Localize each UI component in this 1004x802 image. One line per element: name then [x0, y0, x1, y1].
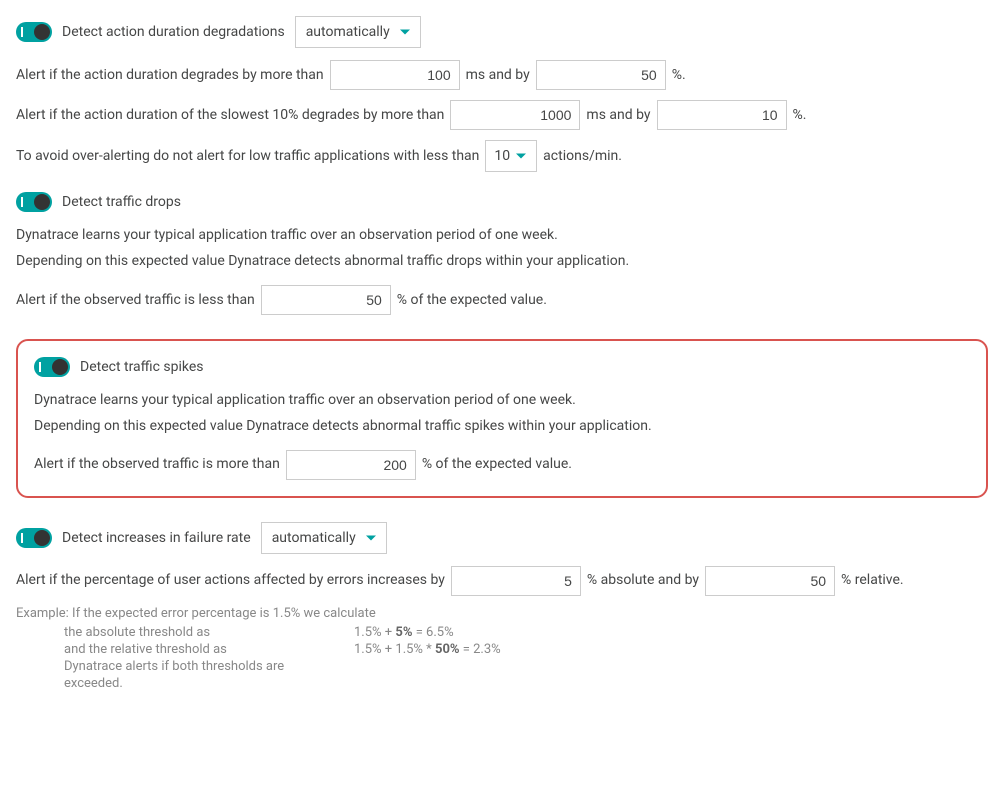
drops-title: Detect traffic drops: [62, 194, 181, 210]
duration-row-2: Alert if the action duration of the slow…: [16, 100, 988, 130]
text-label: Alert if the action duration degrades by…: [16, 64, 324, 86]
failure-example: Example: If the expected error percentag…: [16, 606, 988, 691]
text-label: To avoid over-alerting do not alert for …: [16, 145, 479, 167]
failure-title: Detect increases in failure rate: [62, 530, 251, 546]
drops-desc-1: Dynatrace learns your typical applicatio…: [16, 224, 988, 246]
example-exceed-2: exceeded.: [64, 676, 354, 691]
example-rel-label: and the relative threshold as: [64, 642, 354, 657]
failure-mode-select[interactable]: automatically: [261, 522, 387, 554]
calc-post: = 6.5%: [412, 625, 453, 640]
failure-mode-value: automatically: [272, 530, 356, 546]
drops-pct-input[interactable]: [261, 285, 391, 315]
chevron-down-icon: [400, 30, 410, 35]
example-rel-calc: 1.5% + 1.5% * 50% = 2.3%: [354, 642, 501, 657]
duration-ms-input[interactable]: [330, 60, 460, 90]
duration-mode-value: automatically: [306, 24, 390, 40]
low-traffic-value: 10: [494, 145, 510, 167]
calc-bold: 50%: [435, 642, 460, 657]
chevron-down-icon: [516, 154, 526, 159]
text-label: %.: [793, 104, 807, 126]
example-header: Example: If the expected error percentag…: [16, 606, 988, 621]
spikes-section-highlighted: Detect traffic spikes Dynatrace learns y…: [16, 339, 988, 498]
drops-toggle[interactable]: [16, 192, 52, 212]
failure-header: Detect increases in failure rate automat…: [16, 522, 988, 554]
example-relative-row: and the relative threshold as 1.5% + 1.5…: [64, 642, 988, 657]
text-label: actions/min.: [543, 145, 622, 167]
spikes-header: Detect traffic spikes: [34, 357, 970, 377]
duration-section: Detect action duration degradations auto…: [16, 16, 988, 172]
duration-header: Detect action duration degradations auto…: [16, 16, 988, 48]
spikes-title: Detect traffic spikes: [80, 359, 204, 375]
chevron-down-icon: [366, 535, 376, 540]
failure-abs-input[interactable]: [451, 566, 581, 596]
calc-bold: 5%: [395, 625, 412, 640]
drops-header: Detect traffic drops: [16, 192, 988, 212]
example-absolute-row: the absolute threshold as 1.5% + 5% = 6.…: [64, 625, 988, 640]
failure-section: Detect increases in failure rate automat…: [16, 522, 988, 691]
failure-row: Alert if the percentage of user actions …: [16, 566, 988, 596]
failure-rel-input[interactable]: [705, 566, 835, 596]
text-label: % of the expected value.: [397, 289, 547, 311]
text-label: Alert if the percentage of user actions …: [16, 569, 445, 591]
text-label: Alert if the observed traffic is less th…: [16, 289, 255, 311]
duration-mode-select[interactable]: automatically: [295, 16, 421, 48]
calc-pre: 1.5% + 1.5% *: [354, 642, 435, 657]
example-abs-calc: 1.5% + 5% = 6.5%: [354, 625, 454, 640]
example-exceed-row: Dynatrace alerts if both thresholds are: [64, 659, 988, 674]
example-exceed-row-2: exceeded.: [64, 676, 988, 691]
text-label: % relative.: [841, 569, 904, 591]
duration-title: Detect action duration degradations: [62, 24, 285, 40]
text-label: ms and by: [586, 104, 650, 126]
text-label: ms and by: [466, 64, 530, 86]
drops-section: Detect traffic drops Dynatrace learns yo…: [16, 192, 988, 315]
text-label: %.: [672, 64, 686, 86]
calc-pre: 1.5% +: [354, 625, 395, 640]
duration-slowest-pct-input[interactable]: [657, 100, 787, 130]
text-label: % of the expected value.: [422, 453, 572, 475]
text-label: % absolute and by: [587, 569, 699, 591]
duration-slowest-ms-input[interactable]: [450, 100, 580, 130]
duration-row-1: Alert if the action duration degrades by…: [16, 60, 988, 90]
spikes-row: Alert if the observed traffic is more th…: [34, 450, 970, 480]
spikes-desc-1: Dynatrace learns your typical applicatio…: [34, 389, 970, 411]
spikes-toggle[interactable]: [34, 357, 70, 377]
drops-desc-2: Depending on this expected value Dynatra…: [16, 250, 988, 272]
duration-toggle[interactable]: [16, 22, 52, 42]
calc-post: = 2.3%: [460, 642, 501, 657]
failure-toggle[interactable]: [16, 528, 52, 548]
text-label: Alert if the action duration of the slow…: [16, 104, 444, 126]
drops-row: Alert if the observed traffic is less th…: [16, 285, 988, 315]
spikes-desc-2: Depending on this expected value Dynatra…: [34, 415, 970, 437]
example-exceed-1: Dynatrace alerts if both thresholds are: [64, 659, 354, 674]
duration-low-traffic-select[interactable]: 10: [485, 140, 537, 172]
text-label: Alert if the observed traffic is more th…: [34, 453, 280, 475]
spikes-pct-input[interactable]: [286, 450, 416, 480]
duration-pct-input[interactable]: [536, 60, 666, 90]
example-abs-label: the absolute threshold as: [64, 625, 354, 640]
duration-row-3: To avoid over-alerting do not alert for …: [16, 140, 988, 172]
